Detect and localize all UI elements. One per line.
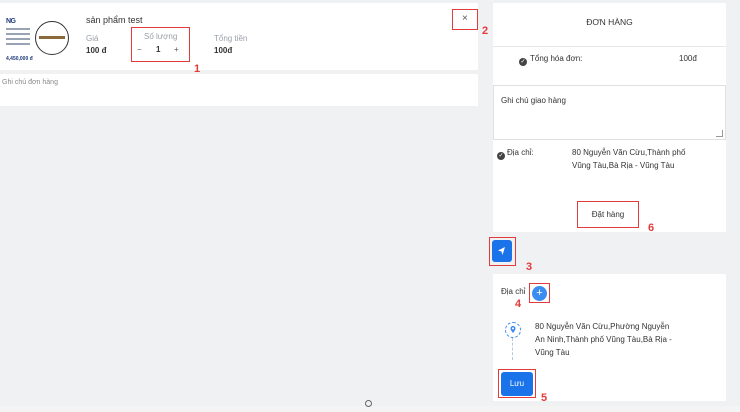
- locate-button[interactable]: [492, 240, 512, 262]
- saved-address-line-2: An Ninh,Thành phố Vũng Tàu,Bà Rịa -: [535, 335, 672, 344]
- annotation-marker-4: 4: [515, 298, 522, 310]
- address-section-label: Địa chỉ: [501, 287, 526, 296]
- title-divider: [493, 46, 726, 47]
- thumbnail-text-lines: [6, 28, 30, 48]
- pager-dot[interactable]: [365, 400, 372, 407]
- thumbnail-logo: NG: [6, 18, 16, 25]
- annotation-marker-6: 6: [648, 222, 655, 234]
- order-note-placeholder: Ghi chú đơn hàng: [2, 79, 58, 86]
- quantity-stepper: − 1 +: [131, 27, 190, 62]
- invoice-total-label: Tổng hóa đơn:: [530, 54, 583, 63]
- add-address-button[interactable]: +: [532, 286, 547, 301]
- saved-address-line-3: Vũng Tàu: [535, 348, 570, 357]
- order-summary-panel: ĐƠN HÀNG ✓ Tổng hóa đơn: 100đ Ghi chú gi…: [493, 3, 726, 232]
- price-value: 100 đ: [86, 46, 107, 55]
- locate-button-frame: [489, 237, 516, 266]
- timeline-line: [512, 338, 513, 360]
- remove-item-button[interactable]: ×: [452, 9, 478, 30]
- saved-address-entry[interactable]: 80 Nguyễn Văn Cừu,Phường Nguyễn An Ninh,…: [535, 320, 672, 359]
- total-value: 100đ: [214, 46, 233, 55]
- quantity-value[interactable]: 1: [156, 45, 160, 54]
- save-button-frame: Lưu: [498, 369, 536, 398]
- cart-item-card: NG 4,450,000 đ sản phẩm test Giá 100 đ S…: [0, 3, 478, 70]
- product-thumbnail[interactable]: NG 4,450,000 đ: [5, 17, 72, 63]
- annotation-marker-3: 3: [526, 261, 533, 273]
- annotation-marker-5: 5: [541, 392, 548, 404]
- price-label: Giá: [86, 34, 99, 43]
- address-label: Địa chỉ:: [507, 148, 534, 157]
- order-panel-title: ĐƠN HÀNG: [586, 17, 633, 27]
- quantity-decrease-button[interactable]: −: [137, 45, 142, 54]
- thumbnail-price: 4,450,000 đ: [6, 56, 33, 62]
- resize-handle-icon[interactable]: [716, 130, 723, 137]
- order-note-field[interactable]: Ghi chú đơn hàng: [0, 74, 478, 106]
- address-line-2: Vũng Tàu,Bà Rịa - Vũng Tàu: [572, 161, 675, 170]
- save-button[interactable]: Lưu: [501, 372, 533, 396]
- shipping-note-textarea[interactable]: Ghi chú giao hàng: [493, 85, 726, 140]
- footer-strip: [0, 406, 740, 412]
- annotation-marker-2: 2: [482, 25, 489, 37]
- total-label: Tổng tiền: [214, 34, 248, 43]
- invoice-total-value: 100đ: [679, 54, 697, 63]
- thumbnail-product-bar: [39, 36, 65, 39]
- product-name[interactable]: sản phẩm test: [86, 15, 143, 25]
- saved-address-line-1: 80 Nguyễn Văn Cừu,Phường Nguyễn: [535, 322, 670, 331]
- map-pin-icon: [505, 322, 521, 338]
- add-address-button-frame: +: [529, 283, 550, 303]
- check-circle-icon: ✓: [497, 151, 505, 160]
- navigation-arrow-icon: [498, 247, 505, 255]
- quantity-increase-button[interactable]: +: [174, 45, 179, 54]
- shipping-note-placeholder: Ghi chú giao hàng: [501, 96, 566, 105]
- plus-icon: +: [536, 287, 543, 299]
- place-order-button[interactable]: Đặt hàng: [577, 201, 639, 228]
- check-circle-icon: ✓: [519, 57, 527, 66]
- close-icon: ×: [462, 13, 468, 24]
- address-line-1: 80 Nguyễn Văn Cừu,Thành phố: [572, 148, 686, 157]
